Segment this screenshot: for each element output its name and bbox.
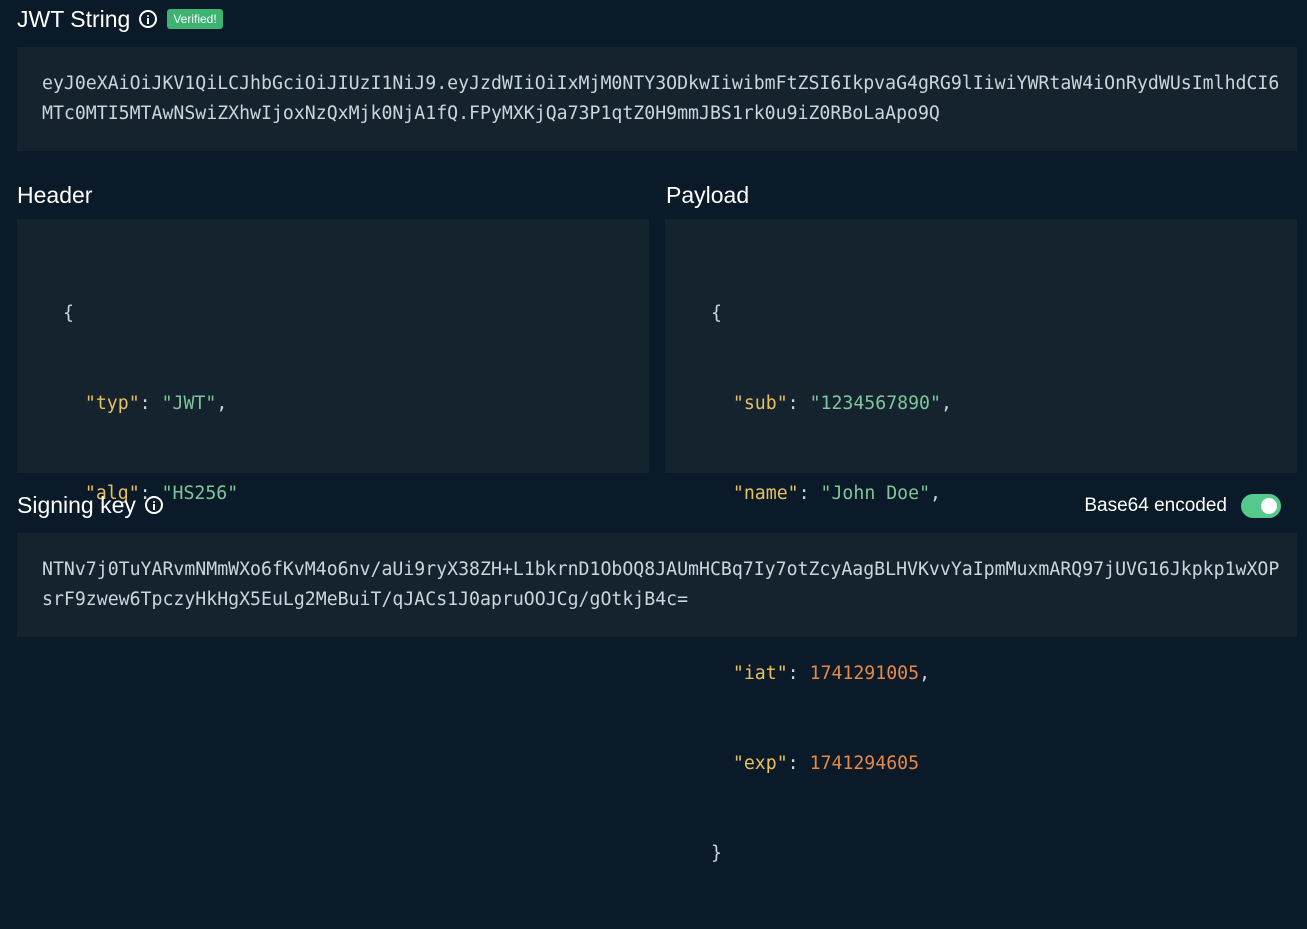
payload-title: Payload: [666, 181, 750, 208]
json-key: "typ": [84, 393, 140, 414]
jwt-string-title: JWT String: [17, 5, 131, 32]
json-trail: ,: [940, 393, 952, 414]
json-field: "name": "John Doe",: [732, 483, 941, 504]
jwt-token-text[interactable]: eyJ0eXAiOiJKV1QiLCJhbGciOiJIUzI1NiJ9.eyJ…: [42, 69, 1287, 129]
signing-key-heading: Signing key: [17, 490, 163, 520]
signing-key-title: Signing key: [17, 491, 136, 518]
signing-key-text[interactable]: NTNv7j0TuYARvmNMmWXo6fKvM4o6nv/aUi9ryX38…: [42, 555, 1287, 615]
json-close-brace: }: [711, 843, 722, 864]
info-icon[interactable]: [139, 10, 158, 28]
payload-panel[interactable]: { "sub": "1234567890", "name": "John Doe…: [665, 219, 1297, 864]
json-value: 1741291005: [809, 663, 920, 684]
json-key: "iat": [732, 663, 788, 684]
json-key: "sub": [732, 393, 788, 414]
header-heading: Header: [17, 180, 92, 210]
json-field: "typ": "JWT",: [84, 393, 228, 414]
payload-heading: Payload: [666, 180, 749, 210]
toggle-knob: [1261, 498, 1277, 514]
json-trail: ,: [930, 483, 941, 504]
json-value: "HS256": [161, 483, 239, 504]
json-value: "1234567890": [809, 393, 941, 414]
json-value: "JWT": [161, 393, 217, 414]
header-title: Header: [17, 181, 93, 208]
jwt-token-panel[interactable]: eyJ0eXAiOiJKV1QiLCJhbGciOiJIUzI1NiJ9.eyJ…: [17, 47, 1297, 151]
header-panel[interactable]: { "typ": "JWT", "alg": "HS256" }: [17, 219, 649, 594]
json-trail: ,: [216, 393, 228, 414]
json-value: "John Doe": [820, 483, 931, 504]
json-key: "exp": [732, 753, 788, 774]
json-open-brace: {: [711, 303, 722, 324]
verified-badge: Verified!: [167, 9, 223, 29]
json-trail: ,: [919, 663, 931, 684]
json-key: "name": [732, 483, 799, 504]
jwt-string-heading: JWT String Verified!: [17, 4, 223, 34]
json-value: 1741294605: [809, 753, 920, 774]
json-field: "sub": "1234567890",: [732, 393, 952, 414]
json-field: "iat": 1741291005,: [732, 663, 931, 684]
signing-key-panel[interactable]: NTNv7j0TuYARvmNMmWXo6fKvM4o6nv/aUi9ryX38…: [17, 533, 1297, 637]
json-open-brace: {: [63, 303, 74, 324]
base64-toggle-control: Base64 encoded: [1084, 492, 1281, 520]
info-icon[interactable]: [144, 496, 163, 514]
json-field: "exp": 1741294605: [732, 753, 920, 774]
base64-toggle[interactable]: [1241, 494, 1281, 518]
base64-toggle-label: Base64 encoded: [1084, 495, 1227, 516]
